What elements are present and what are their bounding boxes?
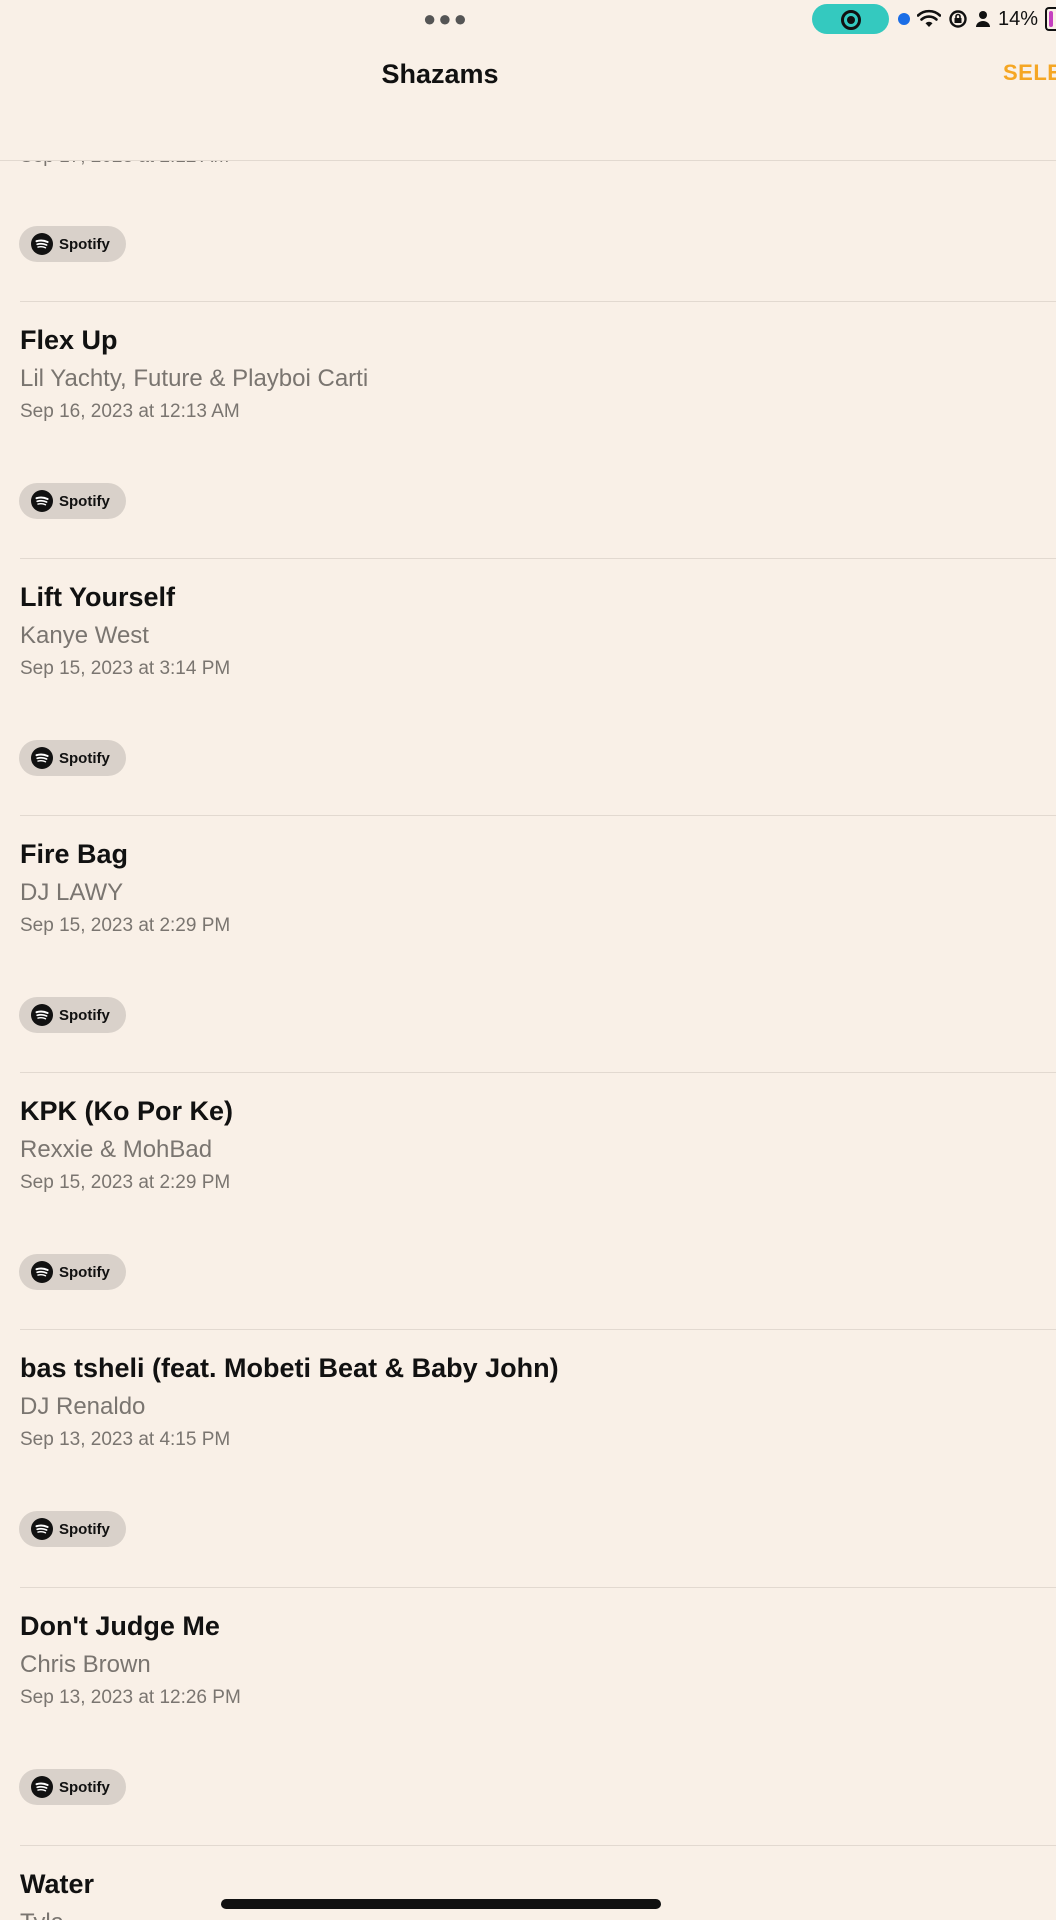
list-item[interactable]: Flex Up Lil Yachty, Future & Playboi Car… xyxy=(0,301,1056,558)
song-artist: Rexxie & MohBad xyxy=(20,1136,213,1163)
spotify-button[interactable]: Spotify xyxy=(19,226,126,262)
divider xyxy=(20,1072,1056,1073)
spotify-icon xyxy=(31,490,53,512)
song-title: Don't Judge Me xyxy=(20,1611,220,1641)
spotify-label: Spotify xyxy=(59,492,110,510)
song-title: bas tsheli (feat. Mobeti Beat & Baby Joh… xyxy=(20,1353,559,1383)
spotify-label: Spotify xyxy=(59,235,110,253)
spotify-label: Spotify xyxy=(59,749,110,767)
song-artist: DJ LAWY xyxy=(20,879,124,906)
status-icons: 14% xyxy=(898,4,1056,34)
spotify-button[interactable]: Spotify xyxy=(19,1254,126,1290)
spotify-label: Spotify xyxy=(59,1520,110,1538)
list-item[interactable]: Don't Judge Me Chris Brown Sep 13, 2023 … xyxy=(0,1587,1056,1844)
page-title: Shazams xyxy=(381,59,499,89)
list-item[interactable]: Lift Yourself Kanye West Sep 15, 2023 at… xyxy=(0,558,1056,815)
battery-percentage: 14% xyxy=(998,7,1039,30)
record-icon xyxy=(841,10,861,30)
list-item[interactable]: bas tsheli (feat. Mobeti Beat & Baby Joh… xyxy=(0,1329,1056,1586)
divider xyxy=(20,558,1056,559)
person-icon xyxy=(976,11,990,27)
spotify-icon xyxy=(31,1518,53,1540)
spotify-icon xyxy=(31,1776,53,1798)
spotify-button[interactable]: Spotify xyxy=(19,483,126,519)
divider xyxy=(20,1845,1056,1846)
song-artist: Chris Brown xyxy=(20,1651,151,1678)
item-date: Sep 13, 2023 at 4:15 PM xyxy=(20,1429,231,1450)
divider xyxy=(20,1587,1056,1588)
song-title: KPK (Ko Por Ke) xyxy=(20,1096,234,1126)
spotify-button[interactable]: Spotify xyxy=(19,740,126,776)
spotify-label: Spotify xyxy=(59,1778,110,1796)
song-title: Lift Yourself xyxy=(20,582,176,612)
spotify-icon xyxy=(31,1261,53,1283)
song-title: Water xyxy=(20,1869,95,1899)
song-artist: Tyla xyxy=(20,1909,64,1920)
divider xyxy=(20,815,1056,816)
spotify-icon xyxy=(31,233,53,255)
song-artist: Lil Yachty, Future & Playboi Carti xyxy=(20,365,369,392)
item-date: Sep 13, 2023 at 12:26 PM xyxy=(20,1687,241,1708)
divider xyxy=(20,301,1056,302)
list-item[interactable]: Fire Bag DJ LAWY Sep 15, 2023 at 2:29 PM… xyxy=(0,815,1056,1072)
list-item[interactable]: KPK (Ko Por Ke) Rexxie & MohBad Sep 15, … xyxy=(0,1072,1056,1329)
select-button[interactable]: SELE xyxy=(1003,60,1056,86)
battery-icon xyxy=(1045,7,1056,31)
home-indicator[interactable] xyxy=(221,1899,661,1909)
item-date: Sep 15, 2023 at 2:29 PM xyxy=(20,1172,231,1193)
multitasking-dots-icon[interactable]: ●●● xyxy=(423,8,469,30)
spotify-label: Spotify xyxy=(59,1263,110,1281)
orientation-lock-icon xyxy=(949,10,967,28)
song-artist: Kanye West xyxy=(20,622,149,649)
navigation-bar: Shazams SELE xyxy=(0,40,1056,161)
spotify-icon xyxy=(31,1004,53,1026)
location-dot-icon xyxy=(898,13,910,25)
divider xyxy=(20,1329,1056,1330)
song-title: Flex Up xyxy=(20,325,118,355)
spotify-button[interactable]: Spotify xyxy=(19,1769,126,1805)
spotify-button[interactable]: Spotify xyxy=(19,997,126,1033)
song-artist: DJ Renaldo xyxy=(20,1393,146,1420)
item-date: Sep 15, 2023 at 2:29 PM xyxy=(20,915,231,936)
spotify-icon xyxy=(31,747,53,769)
spotify-button[interactable]: Spotify xyxy=(19,1511,126,1547)
screen-recording-indicator[interactable] xyxy=(812,4,889,34)
song-title: Fire Bag xyxy=(20,839,129,869)
item-date: Sep 15, 2023 at 3:14 PM xyxy=(20,658,231,679)
spotify-label: Spotify xyxy=(59,1006,110,1024)
item-date: Sep 16, 2023 at 12:13 AM xyxy=(20,401,240,422)
status-bar: ●●● 14% xyxy=(0,0,1056,40)
wifi-icon xyxy=(917,9,941,27)
